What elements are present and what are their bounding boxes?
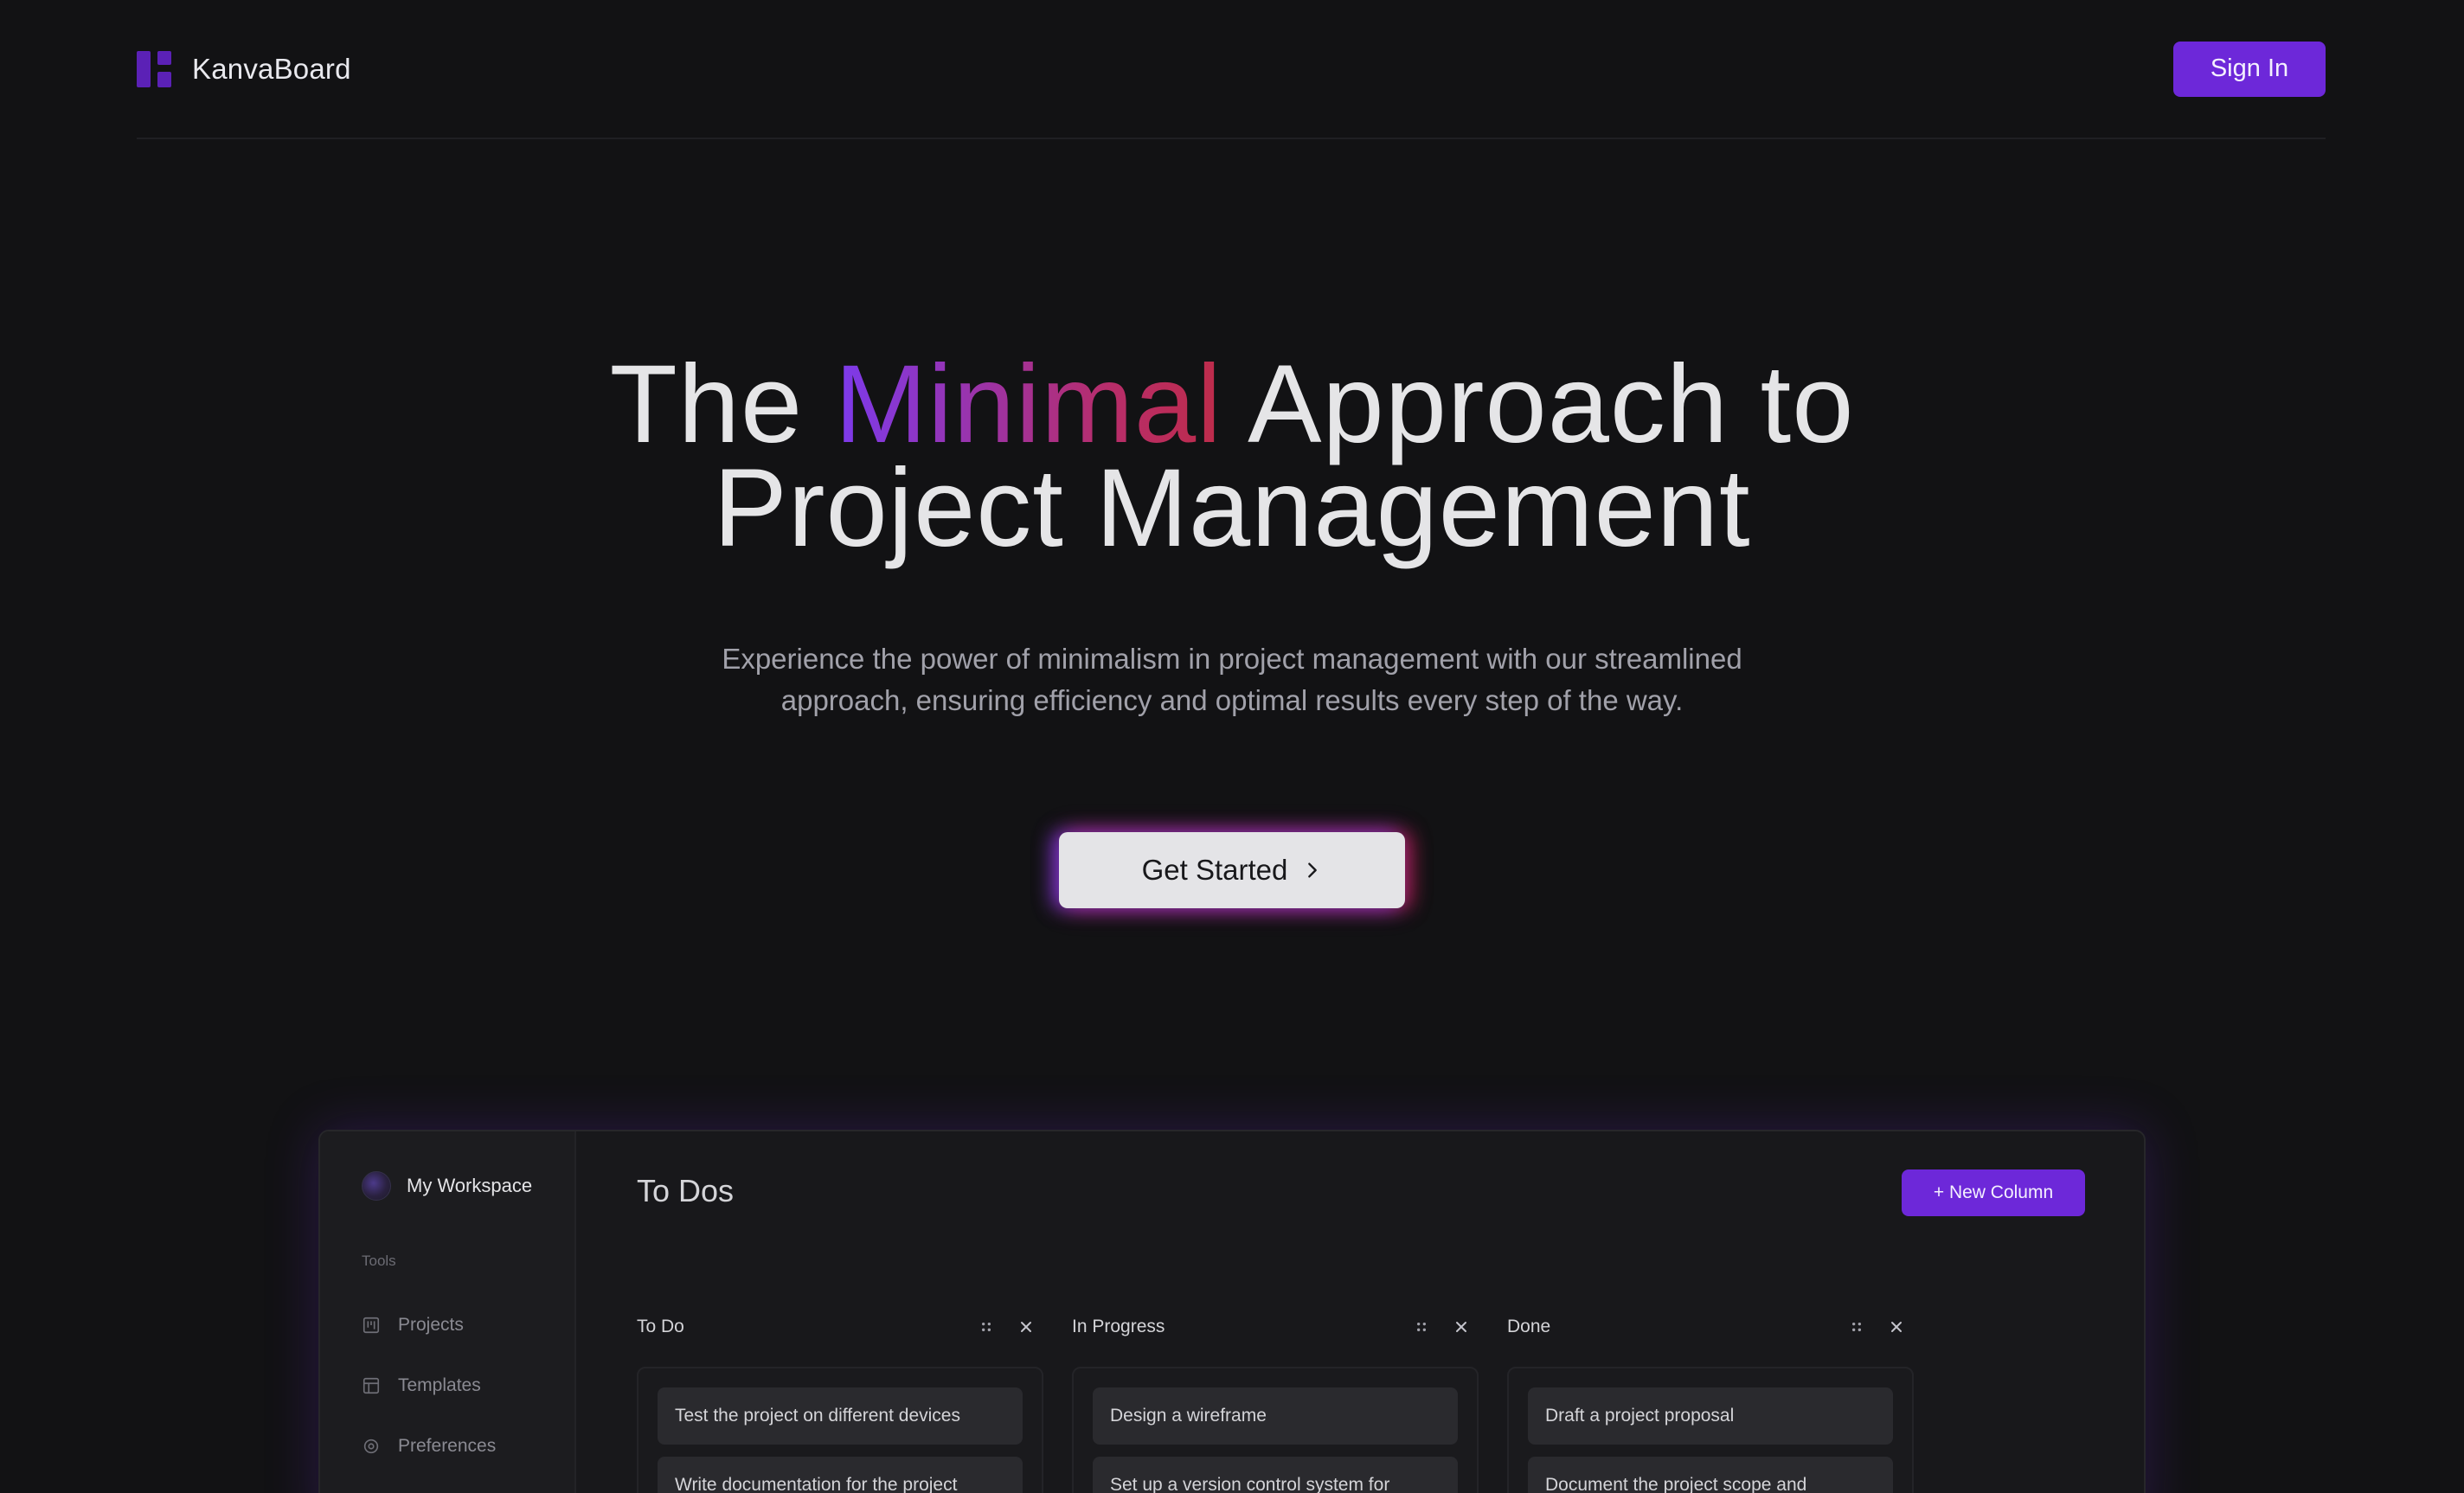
hero-title: The Minimal Approach to Project Manageme… (0, 349, 2464, 564)
app-preview: My Workspace Tools Projects Templates Pr… (318, 1130, 2146, 1493)
workspace-switcher[interactable]: My Workspace (362, 1171, 532, 1201)
sidebar-item-templates[interactable]: Templates (362, 1375, 481, 1396)
board-column-todo: To Do Test the project on different devi… (637, 1313, 1043, 1493)
templates-icon (363, 1377, 380, 1394)
kanvaboard-logo-icon (137, 50, 173, 87)
hero-title-line2: Project Management (713, 446, 1751, 570)
projects-icon (363, 1317, 380, 1334)
sign-in-button[interactable]: Sign In (2173, 41, 2326, 97)
drag-handle-icon[interactable] (978, 1318, 995, 1336)
column-body: Design a wireframe Set up a version cont… (1072, 1367, 1479, 1493)
close-icon[interactable] (1453, 1318, 1470, 1336)
new-column-button[interactable]: + New Column (1902, 1169, 2085, 1216)
get-started-label: Get Started (1141, 854, 1288, 886)
drag-handle-icon[interactable] (1413, 1318, 1430, 1336)
column-title: To Do (637, 1317, 684, 1336)
workspace-avatar (362, 1171, 391, 1201)
chevron-right-icon (1308, 862, 1318, 878)
close-icon[interactable] (1888, 1318, 1905, 1336)
task-card[interactable]: Design a wireframe (1093, 1387, 1458, 1445)
brand[interactable]: KanvaBoard (137, 50, 351, 87)
get-started-button[interactable]: Get Started (1059, 832, 1405, 908)
column-body: Test the project on different devices Wr… (637, 1367, 1043, 1493)
column-title: Done (1507, 1317, 1551, 1336)
column-title: In Progress (1072, 1317, 1165, 1336)
drag-handle-icon[interactable] (1848, 1318, 1865, 1336)
task-card[interactable]: Draft a project proposal (1528, 1387, 1893, 1445)
close-icon[interactable] (1017, 1318, 1035, 1336)
board-column-done: Done Draft a project proposal Document t… (1507, 1313, 1914, 1493)
sidebar-item-projects[interactable]: Projects (362, 1315, 464, 1336)
task-card[interactable]: Set up a version control system for (1093, 1457, 1458, 1493)
board-column-in-progress: In Progress Design a wireframe Set up a … (1072, 1313, 1479, 1493)
preview-sidebar: My Workspace Tools Projects Templates Pr… (320, 1131, 576, 1493)
task-card[interactable]: Document the project scope and (1528, 1457, 1893, 1493)
preferences-icon (363, 1439, 379, 1454)
workspace-name: My Workspace (407, 1175, 533, 1196)
task-card[interactable]: Test the project on different devices (658, 1387, 1023, 1445)
column-body: Draft a project proposal Document the pr… (1507, 1367, 1914, 1493)
landing-page: KanvaBoard Sign In The Minimal Approach … (0, 0, 2464, 1493)
task-card[interactable]: Write documentation for the project (658, 1457, 1023, 1493)
site-header: KanvaBoard Sign In (137, 0, 2326, 139)
tools-section-label: Tools (362, 1253, 396, 1269)
brand-name: KanvaBoard (192, 52, 351, 85)
board-title: To Dos (637, 1173, 735, 1208)
sidebar-item-preferences[interactable]: Preferences (362, 1436, 496, 1457)
hero-subtitle: Experience the power of minimalism in pr… (722, 643, 1742, 716)
